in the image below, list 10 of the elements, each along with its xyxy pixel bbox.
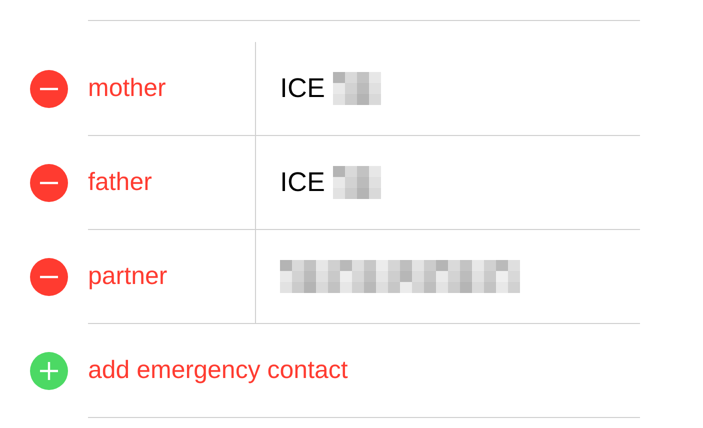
add-icon[interactable] <box>30 352 68 390</box>
add-contact-link[interactable]: add emergency contact <box>88 324 640 418</box>
contact-name: ICE <box>280 73 326 104</box>
contact-name: ICE <box>280 167 326 198</box>
remove-icon[interactable] <box>30 258 68 296</box>
remove-icon[interactable] <box>30 164 68 202</box>
contact-label: partner <box>88 230 255 324</box>
contact-label: father <box>88 136 255 230</box>
contact-label: mother <box>88 42 255 136</box>
remove-icon[interactable] <box>30 70 68 108</box>
